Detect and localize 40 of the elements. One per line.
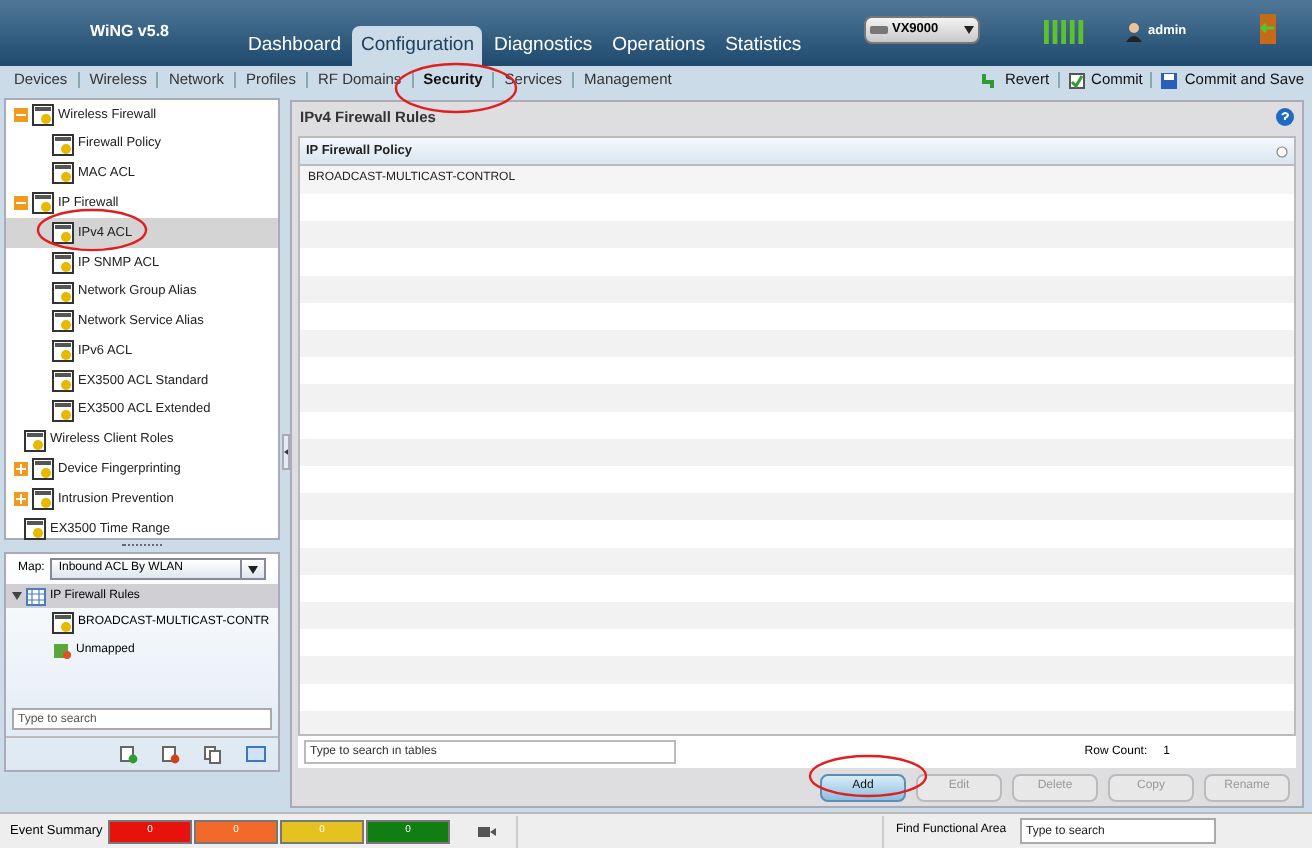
folder-shield-icon (32, 192, 54, 215)
expanded-triangle-icon[interactable] (12, 592, 22, 600)
copy-icon[interactable] (204, 745, 222, 763)
add-document-icon[interactable] (120, 745, 138, 763)
user-icon (1126, 22, 1142, 42)
document-icon (52, 251, 74, 274)
dropdown-caret-icon[interactable] (964, 26, 974, 34)
app-title: WiNG v5.8 (90, 20, 169, 44)
nav-tab[interactable]: Operations (604, 26, 714, 66)
document-icon (52, 310, 74, 333)
remove-document-icon[interactable] (162, 745, 180, 763)
folder-shield-icon (32, 458, 54, 481)
help-icon[interactable] (1276, 108, 1294, 126)
nav-tab[interactable]: Dashboard (240, 26, 349, 66)
exit-door-icon[interactable] (1256, 14, 1280, 44)
table-grid-icon (26, 587, 46, 605)
folder-shield-icon (32, 488, 54, 511)
document-icon (52, 370, 74, 393)
puzzle-icon (52, 640, 72, 660)
folder-shield-icon (32, 103, 54, 126)
document-icon (52, 611, 74, 633)
router-icon (870, 24, 888, 36)
collapse-handle[interactable] (281, 433, 289, 469)
highlight-ellipse (34, 208, 150, 252)
document-icon (52, 340, 74, 363)
folder-shield-icon (24, 429, 46, 452)
camera-icon[interactable] (478, 825, 496, 837)
nav-tab[interactable]: Diagnostics (486, 26, 601, 66)
document-icon (52, 222, 74, 245)
window-icon[interactable] (246, 745, 266, 763)
document-icon (52, 399, 74, 422)
document-icon (52, 133, 74, 156)
signal-bars-icon (1044, 20, 1086, 44)
highlight-ellipse (806, 752, 930, 800)
document-icon (52, 162, 74, 185)
column-menu-icon[interactable] (1276, 145, 1288, 157)
document-icon (52, 281, 74, 304)
dropdown-caret-icon[interactable] (248, 565, 258, 573)
nav-tab[interactable]: Statistics (717, 26, 810, 66)
nav-tab[interactable]: Configuration (352, 26, 482, 66)
